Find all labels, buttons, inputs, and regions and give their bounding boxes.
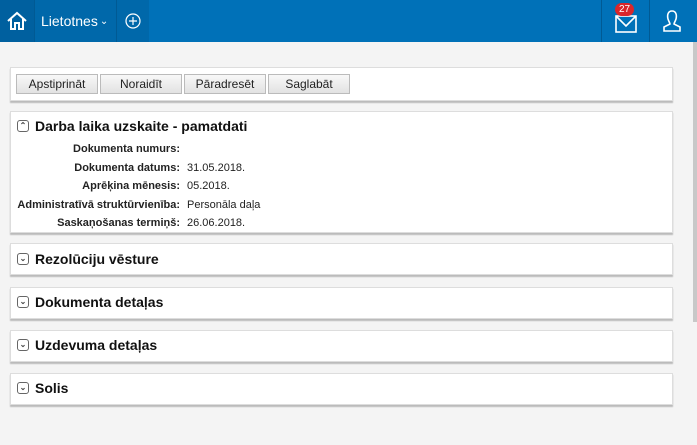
add-button[interactable] — [117, 0, 150, 42]
section-title: Uzdevuma detaļas — [35, 337, 158, 353]
expand-icon[interactable]: ⌄ — [17, 339, 29, 351]
field-value: 31.05.2018. — [187, 161, 246, 174]
collapse-icon[interactable]: ⌃ — [17, 120, 29, 132]
field-row: Aprēķina mēnesis: 05.2018. — [11, 177, 672, 196]
user-icon — [663, 10, 681, 32]
section-header[interactable]: ⌃ Darba laika uzskaite - pamatdati — [11, 112, 672, 140]
apps-label: Lietotnes — [41, 13, 98, 29]
field-row: Dokumenta numurs: — [11, 140, 672, 159]
section-title: Dokumenta detaļas — [35, 294, 164, 310]
field-value: Personāla daļa — [187, 198, 261, 211]
redirect-button[interactable]: Pāradresēt — [184, 74, 266, 94]
mail-count-badge: 27 — [615, 3, 635, 16]
chevron-down-icon: ⌄ — [99, 15, 109, 27]
section-title: Rezolūciju vēsture — [35, 251, 159, 267]
field-row: Dokumenta datums: 31.05.2018. — [11, 159, 672, 178]
expand-icon[interactable]: ⌄ — [17, 296, 29, 308]
section-resolution-history[interactable]: ⌄ Rezolūciju vēsture — [10, 243, 673, 275]
section-document-details[interactable]: ⌄ Dokumenta detaļas — [10, 287, 673, 319]
section-step[interactable]: ⌄ Solis — [10, 373, 673, 405]
user-button[interactable] — [649, 0, 694, 42]
section-task-details[interactable]: ⌄ Uzdevuma detaļas — [10, 330, 673, 362]
apps-menu[interactable]: Lietotnes ⌄ — [35, 0, 118, 42]
reject-button[interactable]: Noraidīt — [100, 74, 182, 94]
field-value: 26.06.2018. — [187, 217, 246, 230]
field-value: 05.2018. — [187, 180, 230, 193]
section-title: Darba laika uzskaite - pamatdati — [35, 118, 248, 134]
approve-button[interactable]: Apstiprināt — [16, 74, 98, 94]
field-label: Administratīvā struktūrvienība: — [17, 198, 180, 211]
field-row: Saskaņošanas termiņš: 26.06.2018. — [11, 214, 672, 233]
field-label: Dokumenta datums: — [74, 161, 180, 174]
mail-icon — [614, 15, 637, 33]
expand-icon[interactable]: ⌄ — [17, 253, 29, 265]
section-title: Solis — [35, 380, 69, 396]
field-row: Administratīvā struktūrvienība: Personāla… — [11, 196, 672, 215]
scrollbar[interactable] — [693, 42, 697, 322]
top-bar: Lietotnes ⌄ 27 — [0, 0, 697, 42]
field-label: Saskaņošanas termiņš: — [57, 217, 180, 230]
save-button[interactable]: Saglabāt — [268, 74, 350, 94]
home-icon — [7, 11, 27, 30]
expand-icon[interactable]: ⌄ — [17, 382, 29, 394]
field-label: Dokumenta numurs: — [73, 143, 180, 156]
toolbar: Apstiprināt Noraidīt Pāradresēt Saglabāt — [10, 67, 673, 101]
section-basic-data: ⌃ Darba laika uzskaite - pamatdati Dokume… — [10, 111, 673, 233]
field-label: Aprēķina mēnesis: — [82, 180, 180, 193]
mail-button[interactable]: 27 — [601, 0, 649, 42]
home-button[interactable] — [0, 0, 35, 42]
plus-circle-icon — [125, 13, 141, 29]
